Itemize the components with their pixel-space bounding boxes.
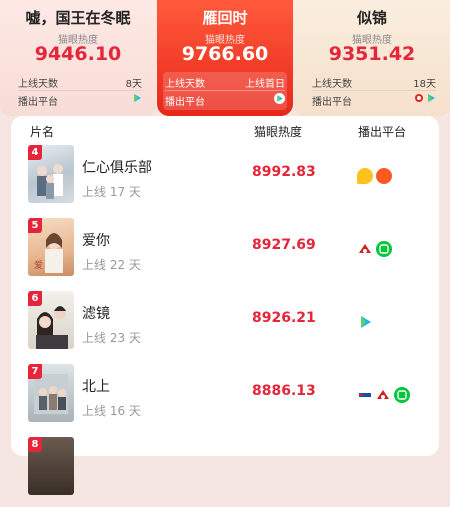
table-row[interactable]: 爱 5 爱你 上线 22 天 8927.69 xyxy=(11,218,439,288)
platform-icons xyxy=(357,311,376,330)
poster-image: 7 xyxy=(28,364,74,422)
platform-icons xyxy=(414,93,436,106)
tencent-video-icon xyxy=(357,313,373,330)
poster-image: 4 xyxy=(28,145,74,203)
platform-label: 播出平台 xyxy=(312,97,352,108)
header-platform: 播出平台 xyxy=(358,125,407,139)
youku-icon xyxy=(376,167,392,184)
table-row[interactable]: 8 xyxy=(11,437,439,507)
platform-label: 播出平台 xyxy=(18,97,58,108)
header-heat: 猫眼热度 xyxy=(254,125,303,139)
table-row[interactable]: 7 北上 上线 16 天 8886.13 xyxy=(11,364,439,434)
card-heat-value: 9351.42 xyxy=(328,43,416,65)
show-days: 上线 17 天 xyxy=(82,185,141,199)
show-title: 仁心俱乐部 xyxy=(82,160,152,176)
card-heat-value: 9766.60 xyxy=(181,43,269,65)
card-platform-row: 播出平台 xyxy=(165,93,285,108)
top-card-3[interactable]: 似锦 猫眼热度 9351.42 上线天数 18天 播出平台 xyxy=(294,0,450,116)
cctv-icon xyxy=(357,240,373,257)
card-heat-value: 9446.10 xyxy=(34,43,122,65)
poster-image: 6 xyxy=(28,291,74,349)
tencent-video-icon xyxy=(274,93,285,107)
table-row[interactable]: 4 仁心俱乐部 上线 17 天 8992.83 xyxy=(11,145,439,215)
card-platform-row: 播出平台 xyxy=(312,93,436,108)
header-name: 片名 xyxy=(30,125,55,139)
card-days-row: 上线天数 8天 xyxy=(18,75,142,91)
platform-icons xyxy=(358,384,413,403)
show-title: 北上 xyxy=(82,379,110,395)
cctv-icon xyxy=(375,386,391,403)
show-heat: 8927.69 xyxy=(252,237,316,253)
card-days-row: 上线天数 18天 xyxy=(312,75,436,91)
show-days: 上线 23 天 xyxy=(82,331,141,345)
rank-badge: 6 xyxy=(28,291,42,306)
svg-text:爱: 爱 xyxy=(34,260,43,271)
rank-badge: 7 xyxy=(28,364,42,379)
card-title: 雁回时 xyxy=(202,9,248,27)
card-platform-row: 播出平台 xyxy=(18,93,142,108)
show-heat: 8886.13 xyxy=(252,383,316,399)
cctv-icon xyxy=(358,386,372,403)
show-heat: 8926.21 xyxy=(252,310,316,326)
top-card-1[interactable]: 雁回时 猫眼热度 9766.60 上线天数 上线首日 播出平台 xyxy=(157,0,293,116)
card-title: 嘘，国王在冬眠 xyxy=(25,9,131,27)
poster-image: 爱 5 xyxy=(28,218,74,276)
card-days-row: 上线天数 上线首日 xyxy=(165,75,285,91)
show-days: 上线 22 天 xyxy=(82,258,141,272)
days-value: 18天 xyxy=(413,79,436,90)
mango-icon xyxy=(357,167,373,184)
tencent-video-icon xyxy=(132,93,142,106)
days-value: 上线首日 xyxy=(245,79,285,90)
days-value: 8天 xyxy=(125,79,142,90)
days-label: 上线天数 xyxy=(18,79,58,90)
table-row[interactable]: 6 滤镜 上线 23 天 8926.21 xyxy=(11,291,439,361)
cctv-icon xyxy=(415,94,435,102)
rank-badge: 5 xyxy=(28,218,42,233)
poster-image: 8 xyxy=(28,437,74,495)
show-title: 滤镜 xyxy=(82,306,110,322)
ranking-list: 片名 猫眼热度 播出平台 4 仁心俱乐部 上线 17 天 8992.83 爱 5… xyxy=(11,116,439,495)
show-days: 上线 16 天 xyxy=(82,404,141,418)
show-title: 爱你 xyxy=(82,233,110,249)
top-three-cards: 嘘，国王在冬眠 猫眼热度 9446.10 上线天数 8天 播出平台 雁回时 猫眼… xyxy=(0,0,450,118)
days-label: 上线天数 xyxy=(312,79,352,90)
days-label: 上线天数 xyxy=(165,79,205,90)
iqiyi-icon xyxy=(394,386,410,403)
platform-icons xyxy=(357,165,395,184)
iqiyi-icon xyxy=(376,240,392,257)
top-card-2[interactable]: 嘘，国王在冬眠 猫眼热度 9446.10 上线天数 8天 播出平台 xyxy=(0,0,156,116)
card-title: 似锦 xyxy=(356,9,387,27)
platform-icons xyxy=(357,238,395,257)
platform-label: 播出平台 xyxy=(165,97,205,108)
rank-badge: 4 xyxy=(28,145,42,160)
show-heat: 8992.83 xyxy=(252,164,316,180)
